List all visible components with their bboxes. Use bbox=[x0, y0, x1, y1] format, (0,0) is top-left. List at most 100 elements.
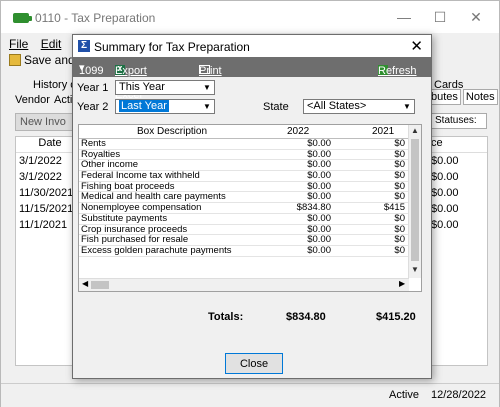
scroll-right-icon[interactable]: ▶ bbox=[399, 279, 405, 288]
table-row[interactable]: Rents $0.00 $0 bbox=[79, 139, 409, 150]
row-year2-value: $0 bbox=[394, 244, 405, 256]
row-year1-value: $0.00 bbox=[307, 234, 331, 246]
new-invoice-label: New Invo bbox=[20, 116, 66, 128]
scroll-up-icon[interactable]: ▲ bbox=[411, 126, 419, 135]
table-row[interactable]: Substitute payments $0.00 $0 bbox=[79, 212, 409, 225]
refresh-label: Refresh bbox=[378, 65, 417, 77]
tab-attributes[interactable]: butes bbox=[428, 89, 461, 105]
year2-value: Last Year bbox=[119, 100, 169, 112]
row-year1-value: $0.00 bbox=[307, 148, 331, 160]
hscroll-thumb[interactable] bbox=[91, 281, 109, 289]
right-tabs: butes Notes bbox=[428, 89, 500, 105]
year1-select[interactable]: This Year ▼ bbox=[115, 80, 215, 95]
total-year1: $834.80 bbox=[286, 311, 326, 323]
col-year1: 2022 bbox=[287, 126, 310, 137]
row-description: Crop insurance proceeds bbox=[81, 223, 188, 235]
year1-label: Year 1 bbox=[77, 82, 109, 94]
row-year1-value: $0.00 bbox=[307, 223, 331, 235]
row-year1-value: $0.00 bbox=[307, 138, 331, 149]
parent-title-bar: 0110 - Tax Preparation — ☐ ✕ bbox=[1, 1, 499, 33]
row-year1-value: $834.80 bbox=[296, 202, 331, 214]
row-year2-value: $0 bbox=[394, 191, 405, 203]
dialog-title-bar: Σ Summary for Tax Preparation ✕ bbox=[73, 35, 431, 57]
col-box-description: Box Description bbox=[137, 126, 208, 137]
form-select[interactable]: 1099 ▾ bbox=[79, 61, 103, 77]
year2-select[interactable]: Last Year ▼ bbox=[115, 99, 215, 114]
row-year1-value: $0.00 bbox=[307, 191, 331, 203]
parent-title: 0110 - Tax Preparation bbox=[35, 11, 156, 25]
col-year2: 2021 bbox=[372, 126, 395, 137]
summary-dialog: Σ Summary for Tax Preparation ✕ 1099 ▾ X… bbox=[72, 34, 432, 379]
row-year2-value: $0 bbox=[394, 180, 405, 192]
row-year1-value: $0.00 bbox=[307, 244, 331, 256]
status-filter-value: l Statuses: bbox=[430, 115, 477, 126]
row-description: Fishing boat proceeds bbox=[81, 180, 175, 192]
tab-vendor[interactable]: Vendor bbox=[15, 94, 50, 106]
row-description: Nonemployee compensation bbox=[81, 202, 202, 214]
row-description: Rents bbox=[81, 138, 106, 149]
table-header: Box Description 2022 2021 bbox=[79, 125, 409, 139]
row-year2-value: $0 bbox=[394, 138, 405, 149]
dialog-toolbar: 1099 ▾ XExport to Excel Print Refresh bbox=[73, 57, 431, 101]
menu-file[interactable]: File bbox=[9, 37, 28, 51]
footer-date: 12/28/2022 bbox=[431, 389, 487, 401]
vertical-scrollbar[interactable]: ▲ ▼ bbox=[408, 125, 421, 278]
row-description: Excess golden parachute payments bbox=[81, 244, 232, 256]
value-list: ce $0.00 $0.00 $0.00 $0.00 $0.00 bbox=[428, 136, 488, 366]
totals-row: Totals: $834.80 $415.20 bbox=[78, 307, 422, 327]
form-label: 1099 bbox=[79, 65, 104, 77]
totals-label: Totals: bbox=[208, 311, 244, 323]
dialog-close-icon[interactable]: ✕ bbox=[410, 37, 423, 55]
value-column-header: ce bbox=[429, 137, 487, 153]
tab-notes[interactable]: Notes bbox=[462, 89, 498, 105]
status-filter-select[interactable]: l Statuses: bbox=[427, 113, 487, 129]
state-value: <All States> bbox=[307, 100, 367, 112]
table-body: Rents $0.00 $0 Royalties $0.00 $0 Other income… bbox=[79, 139, 409, 257]
row-description: Federal Income tax withheld bbox=[81, 170, 200, 182]
chevron-down-icon: ▼ bbox=[203, 102, 211, 111]
scroll-left-icon[interactable]: ◀ bbox=[82, 279, 88, 288]
row-description: Royalties bbox=[81, 148, 121, 160]
minimize-button[interactable]: — bbox=[389, 7, 419, 27]
footer-status: Active bbox=[389, 389, 419, 401]
summary-table: Box Description 2022 2021 Rents $0.00 $0 Ro… bbox=[78, 124, 422, 292]
total-year2: $415.20 bbox=[376, 311, 416, 323]
row-year2-value: $0 bbox=[394, 234, 405, 246]
row-description: Other income bbox=[81, 159, 139, 171]
horizontal-scrollbar[interactable]: ◀ ▶ bbox=[79, 278, 409, 291]
state-select[interactable]: <All States> ▼ bbox=[303, 99, 415, 114]
list-item[interactable]: $0.00 bbox=[429, 153, 487, 169]
scroll-thumb[interactable] bbox=[411, 139, 419, 261]
maximize-button[interactable]: ☐ bbox=[425, 7, 455, 27]
row-year1-value: $0.00 bbox=[307, 170, 331, 182]
list-item[interactable]: $0.00 bbox=[429, 217, 487, 233]
close-button[interactable]: Close bbox=[225, 353, 283, 374]
row-year2-value: $415 bbox=[383, 202, 405, 214]
list-item[interactable]: $0.00 bbox=[429, 201, 487, 217]
state-label: State bbox=[263, 101, 289, 113]
chevron-down-icon: ▼ bbox=[203, 83, 211, 92]
row-year2-value: $0 bbox=[394, 223, 405, 235]
list-item[interactable]: $0.00 bbox=[429, 169, 487, 185]
print-label: Print bbox=[199, 65, 222, 77]
save-icon bbox=[9, 54, 21, 66]
row-description: Substitute payments bbox=[81, 212, 168, 224]
close-window-button[interactable]: ✕ bbox=[461, 7, 491, 27]
row-year1-value: $0.00 bbox=[307, 212, 331, 224]
row-year2-value: $0 bbox=[394, 159, 405, 171]
year1-value: This Year bbox=[119, 81, 165, 93]
row-year2-value: $0 bbox=[394, 170, 405, 182]
row-year2-value: $0 bbox=[394, 148, 405, 160]
chevron-down-icon: ▼ bbox=[403, 102, 411, 111]
menu-edit[interactable]: Edit bbox=[41, 37, 62, 51]
table-row[interactable]: Excess golden parachute payments $0.00 $0 bbox=[79, 244, 409, 257]
status-bar: Active 12/28/2022 bbox=[1, 383, 499, 407]
scroll-down-icon[interactable]: ▼ bbox=[411, 265, 419, 274]
dialog-title: Summary for Tax Preparation bbox=[94, 40, 250, 54]
truck-icon bbox=[13, 13, 32, 23]
list-item[interactable]: $0.00 bbox=[429, 185, 487, 201]
year2-label: Year 2 bbox=[77, 101, 109, 113]
row-year1-value: $0.00 bbox=[307, 159, 331, 171]
row-year1-value: $0.00 bbox=[307, 180, 331, 192]
row-year2-value: $0 bbox=[394, 212, 405, 224]
